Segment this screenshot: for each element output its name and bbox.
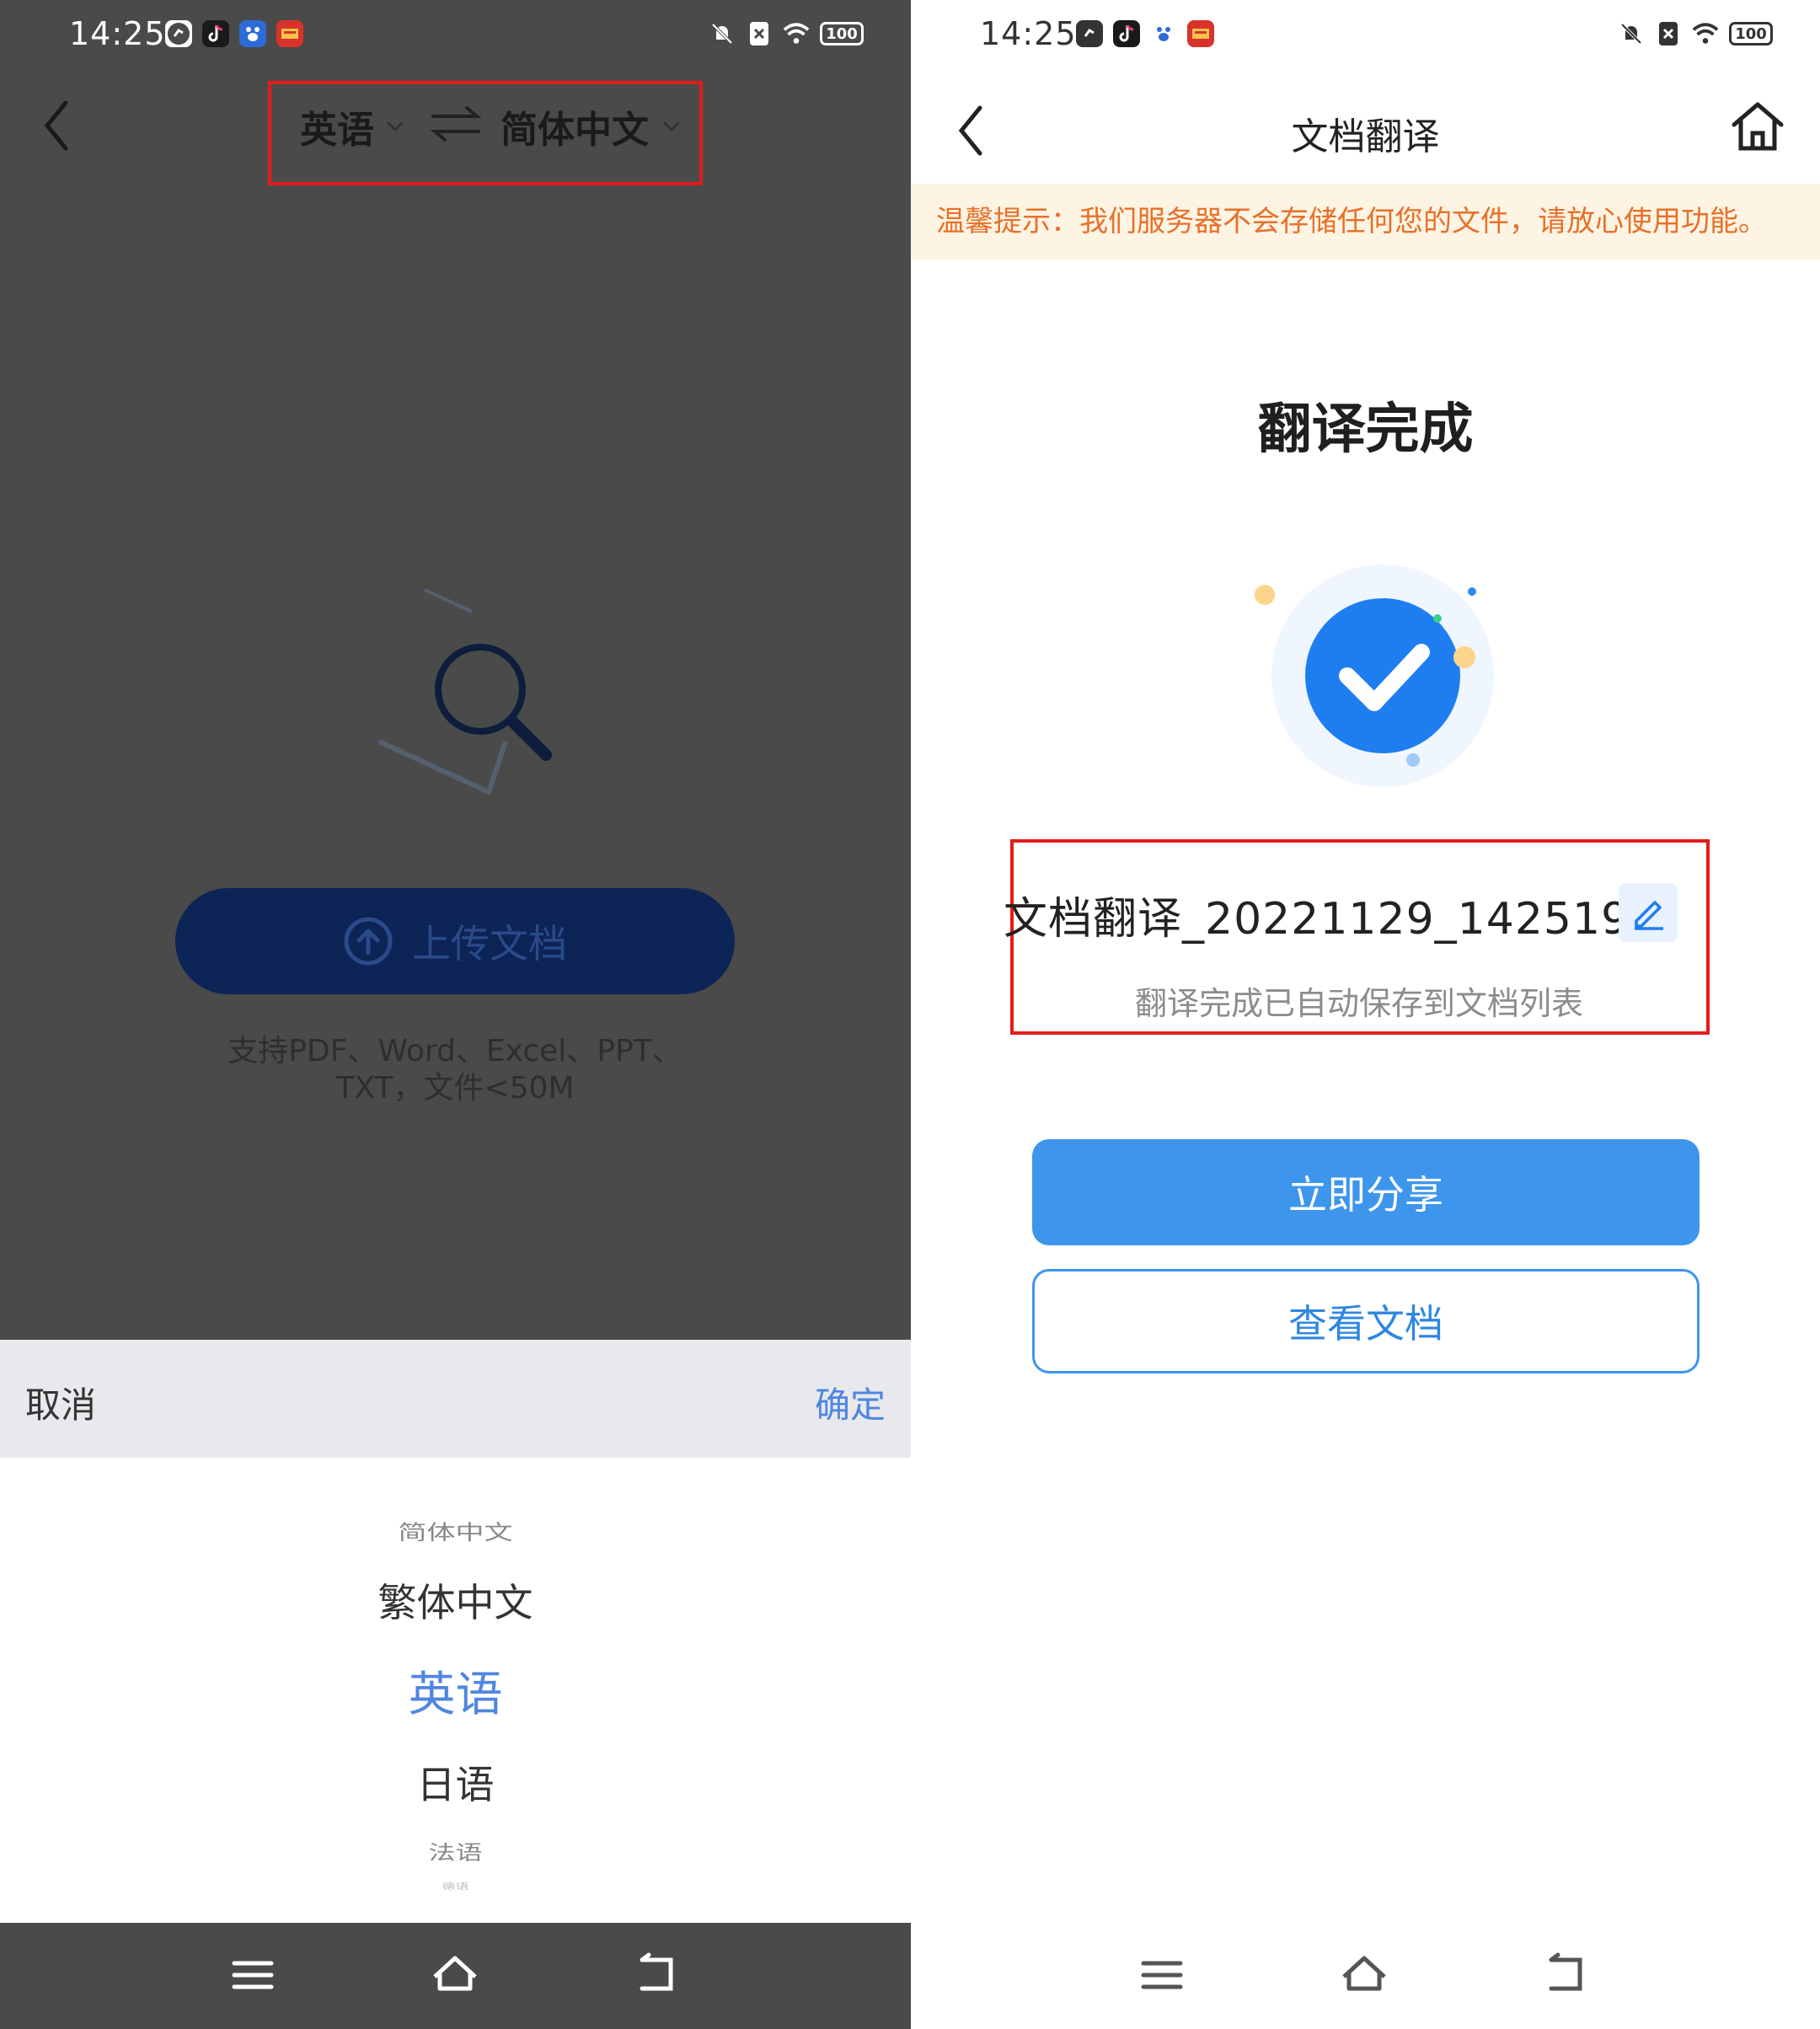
status-time: 14:25 [69, 15, 166, 52]
language-wheel-picker[interactable]: 简体中文 繁体中文 英语 日语 法语 德语 [0, 1458, 911, 1923]
source-language[interactable]: 英语 [300, 99, 374, 153]
confirm-button[interactable]: 确定 [815, 1377, 886, 1428]
search-document-illustration [377, 588, 552, 796]
notification-icons [1076, 20, 1214, 47]
success-check-icon [1255, 565, 1494, 787]
translation-complete-screen: 14:25 100 文档翻译 温馨提示：我们服务器不会存储任何您的文件，请放心使… [911, 0, 1820, 2029]
mute-icon [1618, 20, 1645, 47]
news-app-icon [276, 20, 303, 47]
home-nav-icon[interactable] [428, 1948, 482, 2002]
status-bar: 14:25 100 [911, 0, 1820, 71]
upload-label: 上传文档 [412, 921, 567, 966]
language-picker-screen: 14:25 100 英语 简体中文 上传文档 支持PDF、Word、Excel、… [0, 0, 911, 2029]
home-icon[interactable] [1729, 98, 1786, 155]
sim-off-icon [1655, 20, 1682, 47]
cancel-button[interactable]: 取消 [25, 1377, 96, 1428]
status-bar: 14:25 100 [0, 0, 911, 71]
picker-option[interactable]: 繁体中文 [0, 1572, 911, 1628]
system-nav-bar [911, 1923, 1820, 2029]
edit-pencil-icon [1635, 901, 1663, 930]
auto-save-note: 翻译完成已自动保存到文档列表 [1134, 985, 1583, 1022]
supported-formats-line1: 支持PDF、Word、Excel、PPT、 [228, 1034, 682, 1068]
notification-icons [165, 20, 303, 47]
chevron-down-icon[interactable] [661, 115, 682, 137]
upload-document-button[interactable]: 上传文档 [175, 888, 735, 994]
speedometer-icon [1076, 20, 1103, 47]
tiktok-icon [202, 20, 229, 47]
battery-indicator: 100 [1729, 22, 1773, 46]
speedometer-icon [165, 20, 192, 47]
status-time: 14:25 [980, 15, 1077, 52]
tiktok-icon [1113, 20, 1140, 47]
language-selector-header: 英语 简体中文 [0, 71, 911, 185]
picker-option[interactable]: 简体中文 [0, 1516, 911, 1545]
picker-option[interactable]: 法语 [0, 1837, 911, 1865]
picker-option[interactable]: 德语 [0, 1880, 911, 1892]
privacy-notice-banner: 温馨提示：我们服务器不会存储任何您的文件，请放心使用功能。 [911, 184, 1820, 260]
chevron-down-icon[interactable] [384, 115, 406, 137]
translated-file-name: 文档翻译_20221129_142519 [1004, 894, 1630, 945]
news-app-icon [1187, 20, 1214, 47]
upload-arrow-icon [344, 917, 393, 966]
battery-indicator: 100 [820, 22, 864, 46]
target-language[interactable]: 简体中文 [500, 99, 649, 153]
swap-languages-icon[interactable] [430, 101, 482, 147]
page-header: 文档翻译 [911, 71, 1820, 184]
system-nav-bar [0, 1923, 911, 2029]
back-arrow-icon[interactable] [40, 96, 74, 155]
completion-heading: 翻译完成 [1257, 399, 1474, 461]
baidu-icon [1150, 20, 1177, 47]
picker-option[interactable]: 日语 [0, 1754, 911, 1810]
share-now-button[interactable]: 立即分享 [1032, 1139, 1700, 1245]
picker-option-selected[interactable]: 英语 [0, 1657, 911, 1725]
baidu-icon [239, 20, 266, 47]
mute-icon [709, 20, 736, 47]
system-icons: 100 [1618, 20, 1773, 47]
menu-icon[interactable] [226, 1948, 280, 2002]
back-nav-icon[interactable] [630, 1948, 684, 2002]
wifi-icon [783, 20, 810, 47]
system-icons: 100 [709, 20, 864, 47]
rename-button[interactable] [1619, 883, 1678, 942]
supported-formats: 支持PDF、Word、Excel、PPT、 TXT，文件<50M [135, 1033, 775, 1107]
view-document-button[interactable]: 查看文档 [1032, 1269, 1700, 1373]
home-nav-icon[interactable] [1337, 1948, 1391, 2002]
page-title: 文档翻译 [1291, 115, 1440, 158]
menu-icon[interactable] [1135, 1948, 1189, 2002]
supported-formats-line2: TXT，文件<50M [335, 1071, 575, 1106]
sim-off-icon [746, 20, 773, 47]
wifi-icon [1692, 20, 1719, 47]
back-nav-icon[interactable] [1539, 1948, 1593, 2002]
picker-toolbar: 取消 确定 [0, 1340, 911, 1458]
